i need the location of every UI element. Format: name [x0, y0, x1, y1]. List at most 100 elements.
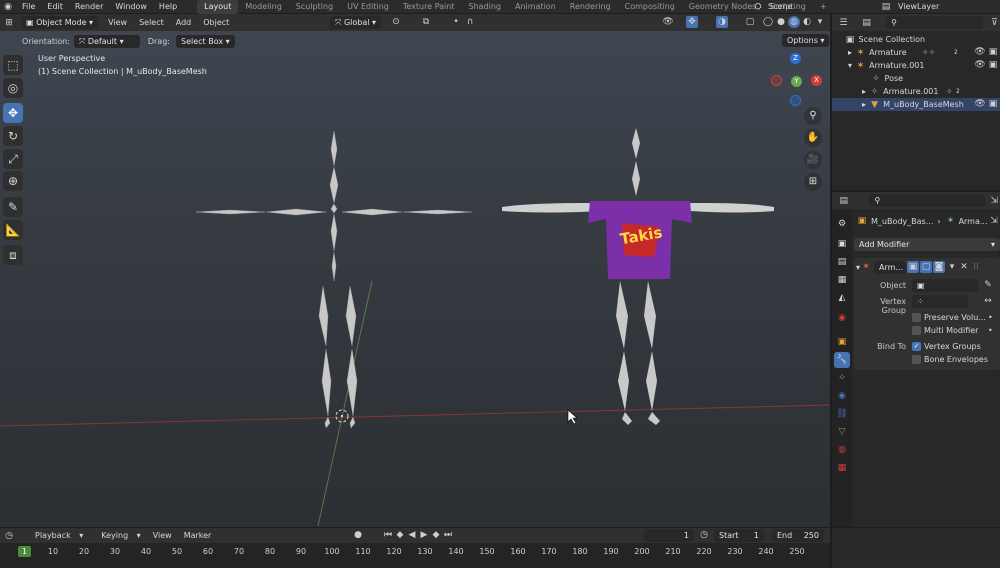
- solid-shading-icon[interactable]: ●: [775, 16, 787, 28]
- menu-help[interactable]: Help: [153, 2, 183, 11]
- scene-tab-icon[interactable]: ◭: [834, 290, 850, 306]
- jump-start-icon[interactable]: ⏮: [382, 529, 394, 541]
- menu-edit[interactable]: Edit: [41, 2, 69, 11]
- render-tab-icon[interactable]: ▣: [834, 236, 850, 252]
- measure-tool[interactable]: 📐: [3, 220, 23, 240]
- eye-icon[interactable]: 👁: [974, 59, 986, 71]
- scale-tool[interactable]: ⤢: [3, 149, 23, 169]
- display-mode-icon[interactable]: ▤: [861, 17, 872, 29]
- preserve-volume-check[interactable]: [912, 313, 921, 322]
- xray-icon[interactable]: ▢: [744, 16, 756, 28]
- rotate-tool[interactable]: ↻: [3, 126, 23, 146]
- mode-dropdown[interactable]: ▣ Object Mode ▾: [21, 16, 99, 29]
- menu-file[interactable]: File: [16, 2, 41, 11]
- outliner-search[interactable]: ⚲: [886, 16, 983, 29]
- collapse-arrow-icon[interactable]: ▾: [848, 61, 852, 70]
- tool-tab-icon[interactable]: ⚙: [834, 216, 850, 232]
- view-layer-tab-icon[interactable]: ▦: [834, 272, 850, 288]
- menu-playback[interactable]: Playback ▾: [23, 531, 89, 540]
- properties-search[interactable]: ⚲: [869, 194, 985, 207]
- material-tab-icon[interactable]: ◍: [834, 442, 850, 458]
- editor-type-icon[interactable]: ⊞: [3, 17, 15, 29]
- outliner-row-mesh[interactable]: ▸ ▼ M_uBody_BaseMesh 👁 ▣: [832, 98, 1000, 111]
- drag-handle-icon[interactable]: ⁞⁞: [970, 261, 982, 273]
- keyframe-dot-icon[interactable]: •: [988, 313, 993, 322]
- texture-tab-icon[interactable]: ▦: [834, 460, 850, 476]
- add-modifier-dropdown[interactable]: Add Modifier ▾: [854, 238, 1000, 251]
- drag-dropdown[interactable]: Select Box ▾: [175, 34, 235, 48]
- transform-tool[interactable]: ⊕: [3, 171, 23, 191]
- vertex-groups-checkbox[interactable]: ✓ Vertex Groups: [912, 342, 981, 351]
- menu-timeline-view[interactable]: View: [147, 531, 178, 540]
- add-workspace-button[interactable]: +: [813, 0, 834, 14]
- options-dropdown[interactable]: Options ▾: [782, 34, 830, 47]
- outliner-row-armature-data[interactable]: ▸ ✧ Armature.001 ✧ 2: [832, 85, 1000, 98]
- pan-button[interactable]: ✋: [804, 129, 822, 147]
- render-camera-icon[interactable]: ▣: [987, 98, 999, 110]
- select-box-tool[interactable]: ⬚: [3, 55, 23, 75]
- gizmo-x-axis[interactable]: X: [811, 75, 822, 86]
- physics-tab-icon[interactable]: ◉: [834, 388, 850, 404]
- transform-orientation-dropdown[interactable]: ⤧ Global ▾: [330, 16, 382, 29]
- orientation-dropdown[interactable]: ⤧ Default ▾: [73, 34, 140, 48]
- expand-arrow-icon[interactable]: ▸: [862, 100, 866, 109]
- gizmo-y-axis[interactable]: Y: [791, 76, 802, 87]
- overlays-toggle-icon[interactable]: ◑: [716, 16, 728, 28]
- multi-modifier-checkbox[interactable]: Multi Modifier: [912, 326, 978, 335]
- camera-view-button[interactable]: 🎥: [804, 151, 822, 169]
- jump-keyframe-back-icon[interactable]: ◆: [394, 529, 406, 541]
- render-camera-icon[interactable]: ▣: [987, 46, 999, 58]
- object-field[interactable]: ▣: [912, 279, 978, 292]
- current-frame-field[interactable]: 1: [644, 529, 694, 542]
- modifier-tab-icon[interactable]: 🔧: [834, 352, 850, 368]
- multi-modifier-check[interactable]: [912, 326, 921, 335]
- move-tool[interactable]: ✥: [3, 103, 23, 123]
- annotate-tool[interactable]: ✎: [3, 197, 23, 217]
- tab-shading[interactable]: Shading: [461, 0, 508, 14]
- data-tab-icon[interactable]: ▽: [834, 424, 850, 440]
- bone-envelopes-check[interactable]: [912, 355, 921, 364]
- proportional-edit-icon[interactable]: •: [450, 16, 462, 28]
- bone-envelopes-checkbox[interactable]: Bone Envelopes: [912, 355, 988, 364]
- tab-texture-paint[interactable]: Texture Paint: [396, 0, 462, 14]
- outliner-row-armature-001[interactable]: ▾ ✶ Armature.001 👁 ▣: [832, 59, 1000, 72]
- particles-tab-icon[interactable]: ⁘: [834, 370, 850, 386]
- gizmo-neg-x[interactable]: [771, 75, 782, 86]
- eye-icon[interactable]: 👁: [974, 98, 986, 110]
- jump-keyframe-forward-icon[interactable]: ◆: [430, 529, 442, 541]
- output-tab-icon[interactable]: ▤: [834, 254, 850, 270]
- tab-layout[interactable]: Layout: [197, 0, 239, 14]
- expand-arrow-icon[interactable]: ▸: [848, 48, 852, 57]
- snap-icon[interactable]: ⧉: [420, 16, 432, 28]
- filter-icon[interactable]: ⊽: [989, 17, 1000, 29]
- shading-options-icon[interactable]: ▾: [814, 16, 826, 28]
- menu-keying[interactable]: Keying ▾: [89, 531, 146, 540]
- play-reverse-icon[interactable]: ◀: [406, 529, 418, 541]
- menu-window[interactable]: Window: [109, 2, 153, 11]
- end-frame-field[interactable]: End 250: [772, 529, 824, 542]
- tab-animation[interactable]: Animation: [508, 0, 563, 14]
- add-cube-tool[interactable]: ⧈: [3, 245, 23, 265]
- jump-end-icon[interactable]: ⏭: [442, 529, 454, 541]
- 3d-viewport[interactable]: Takis Orientation: ⤧ Default ▾ Drag: Sel…: [0, 31, 830, 527]
- wireframe-shading-icon[interactable]: ◯: [762, 16, 774, 28]
- menu-add[interactable]: Add: [170, 18, 198, 27]
- menu-marker[interactable]: Marker: [178, 531, 218, 540]
- pivot-icon[interactable]: ⊙: [390, 16, 402, 28]
- tab-modeling[interactable]: Modeling: [238, 0, 288, 14]
- falloff-icon[interactable]: ∩: [464, 16, 476, 28]
- navigation-gizmo[interactable]: Z Y X: [768, 51, 828, 111]
- tab-rendering[interactable]: Rendering: [563, 0, 618, 14]
- expand-arrow-icon[interactable]: ▸: [862, 87, 866, 96]
- gizmo-toggle-icon[interactable]: ✥: [686, 16, 698, 28]
- object-tab-icon[interactable]: ▣: [834, 334, 850, 350]
- menu-view[interactable]: View: [102, 18, 133, 27]
- constraints-tab-icon[interactable]: ⛓: [834, 406, 850, 422]
- gizmo-z-axis[interactable]: Z: [790, 53, 801, 64]
- menu-object[interactable]: Object: [197, 18, 235, 27]
- play-icon[interactable]: ▶: [418, 529, 430, 541]
- realtime-toggle-icon[interactable]: ▢: [920, 261, 933, 273]
- ortho-toggle-button[interactable]: ⊞: [804, 173, 822, 191]
- tab-uv-editing[interactable]: UV Editing: [340, 0, 396, 14]
- timeline-editor-icon[interactable]: ◷: [3, 530, 15, 542]
